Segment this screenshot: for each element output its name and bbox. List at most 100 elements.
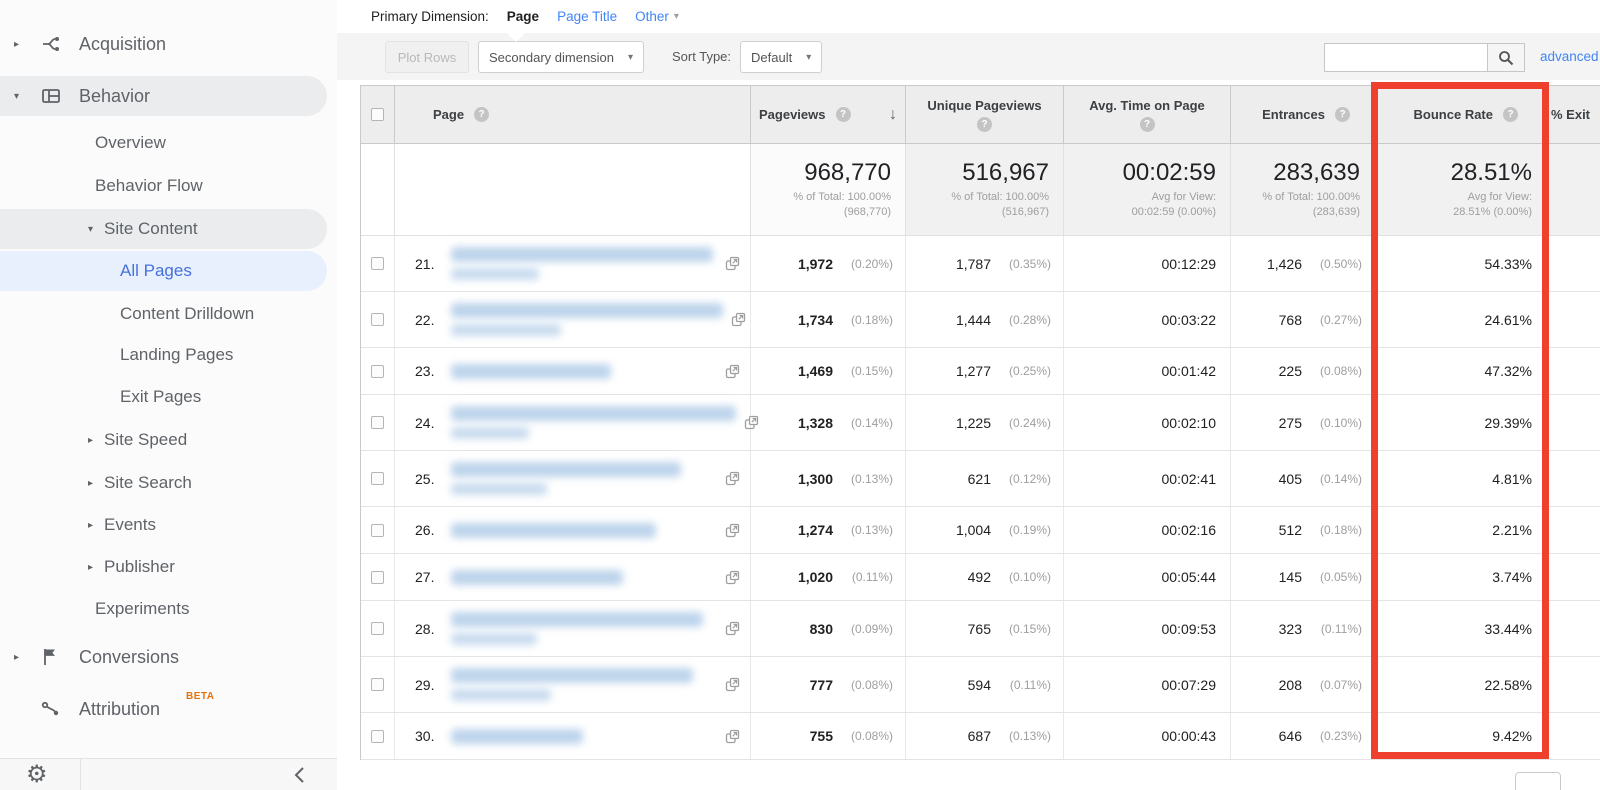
header-avg-time[interactable]: Avg. Time on Page ? <box>1064 86 1231 143</box>
redacted-text-line <box>451 268 539 280</box>
row-checkbox[interactable] <box>371 257 384 270</box>
redacted-text-line <box>451 728 583 744</box>
header-unique-pageviews[interactable]: Unique Pageviews ? <box>906 86 1064 143</box>
avg-time-cell: 00:12:29 <box>1064 236 1231 291</box>
open-in-new-icon[interactable] <box>725 570 740 585</box>
sidebar-item-attribution[interactable]: Attribution BETA <box>0 689 327 729</box>
open-in-new-icon[interactable] <box>725 256 740 271</box>
header-pageviews[interactable]: Pageviews ? ↓ <box>751 86 906 143</box>
help-icon[interactable]: ? <box>835 107 851 122</box>
tab-page[interactable]: Page <box>507 9 539 24</box>
chevron-down-icon: ▾ <box>806 51 812 63</box>
chevron-down-icon: ▾ <box>673 11 679 22</box>
open-in-new-icon[interactable] <box>731 312 746 327</box>
sidebar-item-events[interactable]: ▸ Events <box>0 505 327 545</box>
page-link-redacted[interactable] <box>451 522 717 538</box>
chevron-right-icon: ▸ <box>88 519 94 531</box>
page-link-redacted[interactable] <box>451 363 717 379</box>
page-link-redacted[interactable] <box>451 247 717 280</box>
sidebar-item-site-speed[interactable]: ▸ Site Speed <box>0 420 327 460</box>
help-icon[interactable]: ? <box>1503 107 1518 122</box>
unique-pageviews-cell: 1,277 (0.25%) <box>906 348 1064 394</box>
sort-type-dropdown[interactable]: Default ▾ <box>740 41 823 73</box>
sidebar-item-all-pages[interactable]: All Pages <box>0 251 327 291</box>
sidebar-item-site-search[interactable]: ▸ Site Search <box>0 463 327 503</box>
chevron-down-icon: ▾ <box>14 90 20 102</box>
table-row: 28. 830 (0.09%) 765 (0.15%) 00:09:53 323… <box>361 601 1600 657</box>
open-in-new-icon[interactable] <box>725 677 740 692</box>
row-checkbox[interactable] <box>371 729 384 743</box>
row-checkbox[interactable] <box>371 472 384 485</box>
row-select-cell <box>361 348 395 394</box>
row-checkbox[interactable] <box>371 364 384 378</box>
row-checkbox[interactable] <box>371 622 384 635</box>
bounce-rate-cell: 54.33% <box>1375 236 1547 291</box>
sidebar-item-acquisition[interactable]: ▸ Acquisition <box>0 24 327 64</box>
header-bounce-rate[interactable]: Bounce Rate ? <box>1375 86 1547 143</box>
sidebar-item-site-content[interactable]: ▾ Site Content <box>0 209 327 249</box>
sidebar-item-label: Site Speed <box>104 430 188 449</box>
page-link-redacted[interactable] <box>451 612 717 645</box>
tab-page-title[interactable]: Page Title <box>557 9 617 24</box>
help-icon[interactable]: ? <box>1335 107 1350 122</box>
partial-button[interactable] <box>1515 772 1561 790</box>
row-select-cell <box>361 601 395 656</box>
avg-time-cell: 00:00:43 <box>1064 713 1231 759</box>
select-all-checkbox[interactable] <box>371 108 384 121</box>
collapse-sidebar-icon[interactable] <box>292 764 308 786</box>
header-entrances[interactable]: Entrances ? <box>1231 86 1375 143</box>
help-icon[interactable]: ? <box>977 116 992 132</box>
open-in-new-icon[interactable] <box>725 364 740 379</box>
sidebar-item-conversions[interactable]: ▸ Conversions <box>0 637 327 677</box>
secondary-dimension-dropdown[interactable]: Secondary dimension ▾ <box>478 41 645 73</box>
search-input[interactable] <box>1324 43 1487 72</box>
open-in-new-icon[interactable] <box>725 471 740 486</box>
advanced-search-link[interactable]: advanced <box>1540 49 1599 64</box>
row-checkbox[interactable] <box>371 570 384 584</box>
page-link-redacted[interactable] <box>451 303 723 336</box>
row-checkbox[interactable] <box>371 313 384 326</box>
summary-select-cell <box>361 144 395 235</box>
search-button[interactable] <box>1487 43 1525 72</box>
redacted-text-line <box>451 633 537 645</box>
open-in-new-icon[interactable] <box>725 729 740 744</box>
sidebar-item-exit-pages[interactable]: Exit Pages <box>0 377 327 417</box>
flag-icon <box>44 649 55 665</box>
page-link-redacted[interactable] <box>451 406 736 439</box>
row-checkbox[interactable] <box>371 678 384 691</box>
unique-pageviews-cell: 621 (0.12%) <box>906 451 1064 506</box>
help-icon[interactable]: ? <box>474 107 490 122</box>
open-in-new-icon[interactable] <box>725 523 740 538</box>
page-link-redacted[interactable] <box>451 728 717 744</box>
bounce-rate-cell: 29.39% <box>1375 395 1547 450</box>
avg-time-cell: 00:09:53 <box>1064 601 1231 656</box>
page-cell: 29. <box>395 657 751 712</box>
gear-icon[interactable]: ⚙ <box>26 760 48 789</box>
header-exit[interactable]: % Exit <box>1547 86 1600 143</box>
row-select-cell <box>361 554 395 600</box>
sidebar-item-overview[interactable]: Overview <box>0 123 327 163</box>
row-checkbox[interactable] <box>371 416 384 429</box>
pageviews-cell: 1,469 (0.15%) <box>751 348 906 394</box>
redacted-text-line <box>451 303 723 318</box>
plot-rows-button[interactable]: Plot Rows <box>385 41 469 73</box>
sort-descending-icon[interactable]: ↓ <box>889 106 897 124</box>
sidebar-item-behavior-flow[interactable]: Behavior Flow <box>0 166 327 206</box>
sidebar-item-experiments[interactable]: Experiments <box>0 589 327 629</box>
page-link-redacted[interactable] <box>451 569 717 585</box>
open-in-new-icon[interactable] <box>725 621 740 636</box>
pageviews-cell: 755 (0.08%) <box>751 713 906 759</box>
page-link-redacted[interactable] <box>451 462 717 495</box>
sidebar-item-behavior[interactable]: ▾ Behavior <box>0 76 327 116</box>
tab-other[interactable]: Other ▾ <box>635 9 679 24</box>
row-checkbox[interactable] <box>371 523 384 537</box>
sidebar-item-landing-pages[interactable]: Landing Pages <box>0 335 327 375</box>
bounce-rate-cell: 2.21% <box>1375 507 1547 553</box>
sidebar-item-content-drilldown[interactable]: Content Drilldown <box>0 294 327 334</box>
header-page[interactable]: Page ? <box>395 86 751 143</box>
sidebar-item-publisher[interactable]: ▸ Publisher <box>0 547 327 587</box>
table-row: 23. 1,469 (0.15%) 1,277 (0.25%) 00:01:42… <box>361 348 1600 395</box>
help-icon[interactable]: ? <box>1139 116 1155 132</box>
page-link-redacted[interactable] <box>451 668 717 701</box>
row-number: 26. <box>415 522 435 538</box>
